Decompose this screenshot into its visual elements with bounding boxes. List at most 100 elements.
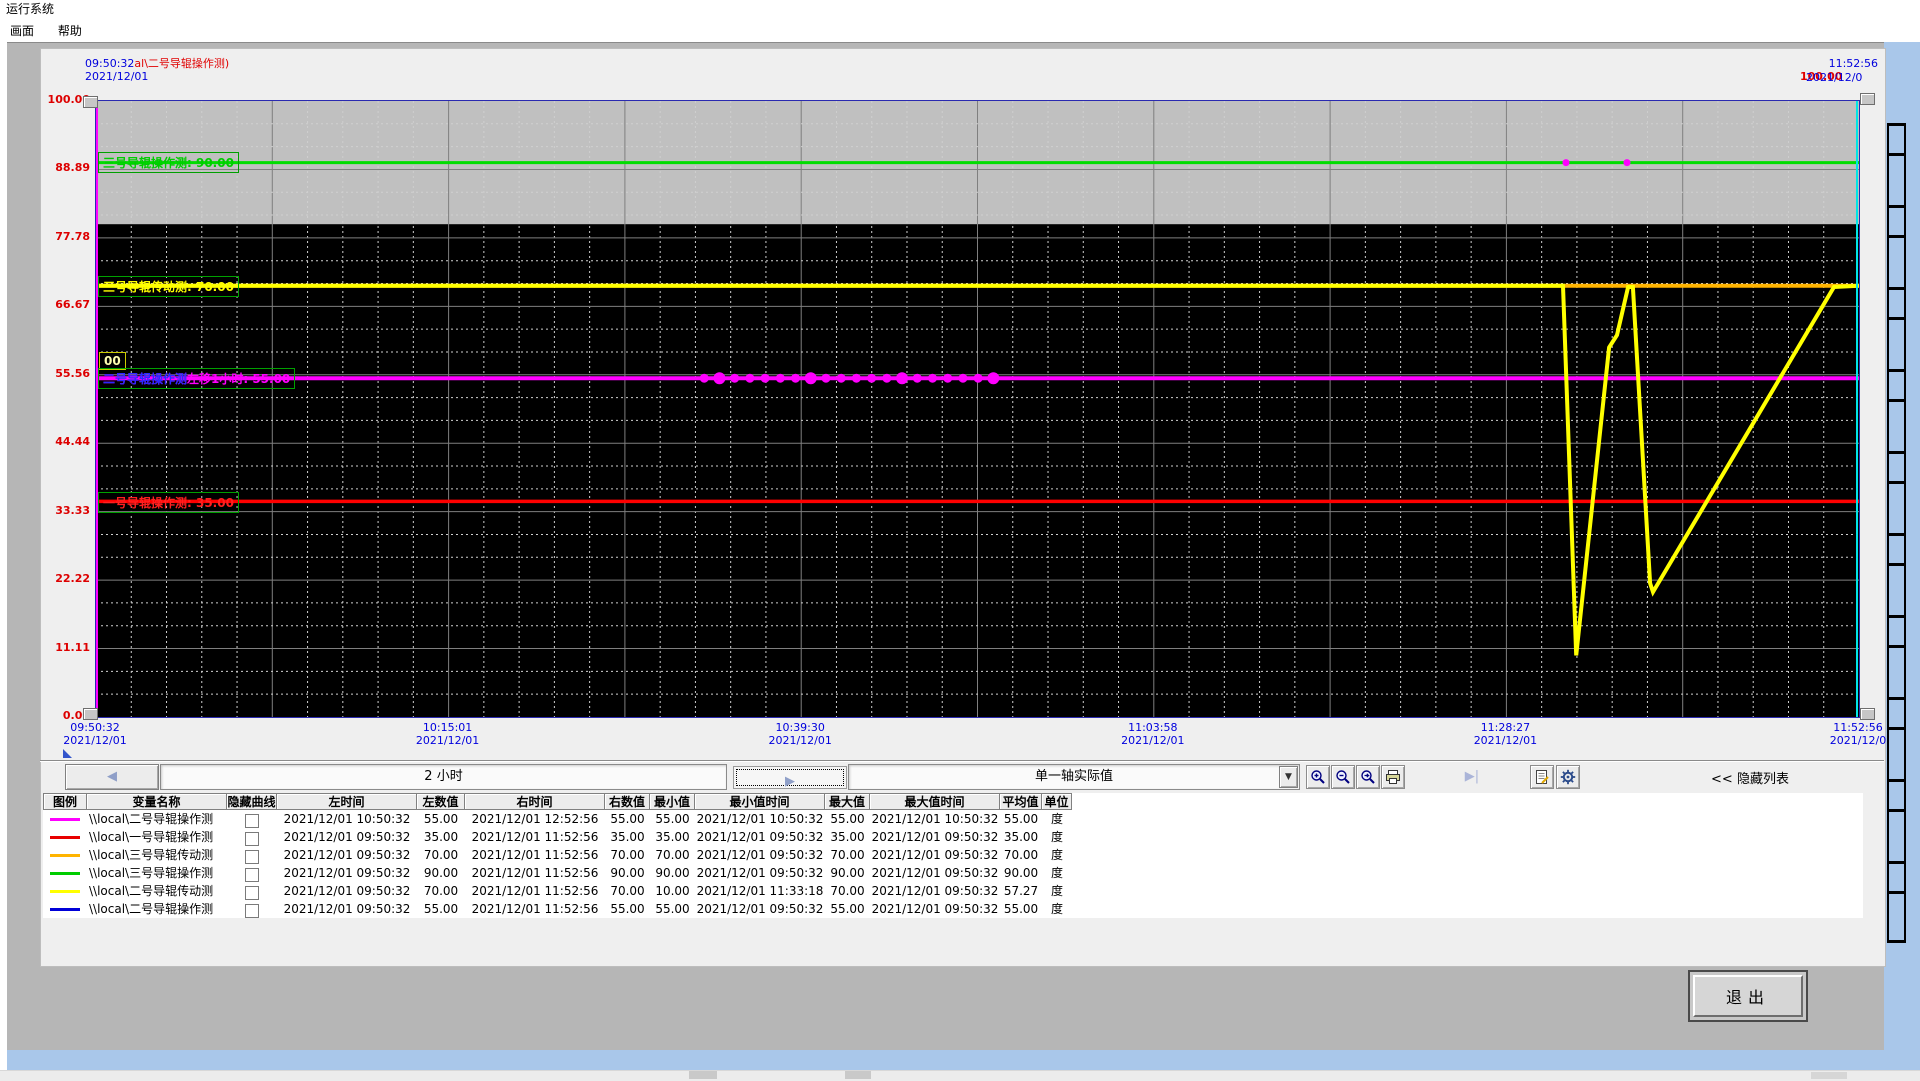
y-axis-label: 22.22 [38,572,90,585]
legend-swatch [50,836,80,839]
table-header-cell: 左时间 [277,793,417,810]
table-cell: 55.00 [605,810,650,828]
exit-button[interactable]: 退出 [1693,975,1803,1017]
menu-help[interactable]: 帮助 [48,18,92,43]
cursor-handle-top-right[interactable] [1860,93,1875,105]
exit-button-frame: 退出 [1688,970,1808,1022]
hide-curve-checkbox[interactable] [245,814,259,828]
table-header-row: 图例变量名称隐藏曲线左时间左数值右时间右数值最小值最小值时间最大值最大值时间平均… [43,793,1863,810]
table-cell: 2021/12/01 10:50:32 [870,810,1000,828]
table-cell: 2021/12/01 09:50:32 [870,846,1000,864]
right-axis-tick [1887,861,1906,864]
left-cursor-time: 09:50:32 [85,57,134,70]
table-cell: 55.00 [650,810,695,828]
y-axis-label: 77.78 [38,230,90,243]
table-cell: 70.00 [417,882,465,900]
table-header-cell: 最大值 [825,793,870,810]
trend-plot-canvas [96,101,1859,717]
axis-mode-dropdown[interactable]: 单一轴实际值 ▼ [848,764,1300,790]
right-axis-tick [1887,727,1906,730]
right-axis-tick [1887,697,1906,700]
table-cell: 2021/12/01 11:52:56 [465,846,605,864]
right-axis-tick [1887,235,1906,238]
right-cursor-time: 11:52:56 [1790,57,1878,70]
right-axis-tick [1887,123,1906,126]
axis-origin-marker [63,749,72,758]
y-axis-label: 55.56 [38,367,90,380]
zoom-in-icon [1310,769,1326,785]
table-cell: 度 [1042,828,1072,846]
table-cell: 55.00 [417,810,465,828]
cursor-handle-bottom-left[interactable] [83,708,98,720]
hide-curve-checkbox[interactable] [245,904,259,918]
axis-mode-value: 单一轴实际值 [1035,769,1113,784]
gear-icon [1560,769,1576,785]
play-pause-button[interactable]: ▶| [1455,765,1489,787]
table-header-cell: 隐藏曲线 [227,793,277,810]
right-axis-tick [1887,533,1906,536]
table-header-cell: 最小值 [650,793,695,810]
table-cell: 2021/12/01 09:50:32 [277,900,417,918]
legend-swatch [50,890,80,893]
table-cell: 90.00 [605,864,650,882]
table-cell: 2021/12/01 11:52:56 [465,900,605,918]
y-axis-label: 88.89 [38,161,90,174]
report-button[interactable] [1530,765,1554,789]
curve-data-table: 图例变量名称隐藏曲线左时间左数值右时间右数值最小值最小值时间最大值最大值时间平均… [43,793,1863,918]
zoom-out-icon [1335,769,1351,785]
variable-name: \\local\二号导辊操作测 [87,900,227,918]
table-row: \\local\三号导辊操作测2021/12/01 09:50:3290.002… [43,864,1863,882]
table-cell: 90.00 [1000,864,1042,882]
table-header-cell: 平均值 [1000,793,1042,810]
table-header-cell: 最大值时间 [870,793,1000,810]
right-axis-tick [1887,287,1906,290]
table-cell: 70.00 [417,846,465,864]
variable-name: \\local\三号导辊操作测 [87,864,227,882]
table-cell: 55.00 [825,900,870,918]
table-row: \\local\二号导辊传动测2021/12/01 09:50:3270.002… [43,882,1863,900]
table-cell: 度 [1042,810,1072,828]
right-axis-tick [1887,563,1906,566]
settings-button[interactable] [1556,765,1580,789]
table-cell: 57.27 [1000,882,1042,900]
table-cell: 55.00 [417,900,465,918]
taskbar-item [1811,1072,1847,1079]
curve-label-blue: 二号导辊操作测 [99,369,191,388]
x-axis-label: 10:39:302021/12/01 [752,721,848,747]
zoom-in-button[interactable] [1306,765,1330,789]
hide-curve-checkbox[interactable] [245,832,259,846]
right-axis-tick [1887,940,1906,943]
scroll-right-button[interactable]: ▶ [733,766,847,789]
table-cell: 35.00 [417,828,465,846]
menu-screen[interactable]: 画面 [0,18,44,43]
variable-name: \\local\一号导辊操作测 [87,828,227,846]
table-cell: 70.00 [825,846,870,864]
table-cell: 2021/12/01 09:50:32 [277,828,417,846]
y-axis-label: 66.67 [38,298,90,311]
curve-label-green: 三号导辊操作测: 90.00 [98,152,239,173]
printer-icon [1385,769,1401,785]
hide-curve-checkbox[interactable] [245,886,259,900]
table-cell: 2021/12/01 10:50:32 [695,810,825,828]
cursor-handle-top-left[interactable] [83,96,98,108]
variable-name: \\local\二号导辊传动测 [87,882,227,900]
zoom-reset-button[interactable] [1356,765,1380,789]
cursor-handle-bottom-right[interactable] [1860,708,1875,720]
table-cell: 度 [1042,882,1072,900]
dropdown-arrow-button[interactable]: ▼ [1279,766,1298,788]
scroll-left-button[interactable]: ◀ [65,764,159,790]
variable-name: \\local\三号导辊传动测 [87,846,227,864]
right-axis-tick [1887,451,1906,454]
right-axis-tick [1887,481,1906,484]
hide-list-button[interactable]: << 隐藏列表 [1620,768,1880,787]
table-header-cell: 变量名称 [87,793,227,810]
table-cell: 度 [1042,864,1072,882]
right-axis-tick [1887,317,1906,320]
left-cursor-tag: al\二号导辊操作测) [134,57,229,70]
menu-bar: 画面 帮助 [0,18,1920,42]
y-axis-label: 33.33 [38,504,90,517]
hide-curve-checkbox[interactable] [245,868,259,882]
zoom-out-button[interactable] [1331,765,1355,789]
hide-curve-checkbox[interactable] [245,850,259,864]
print-button[interactable] [1381,765,1405,789]
